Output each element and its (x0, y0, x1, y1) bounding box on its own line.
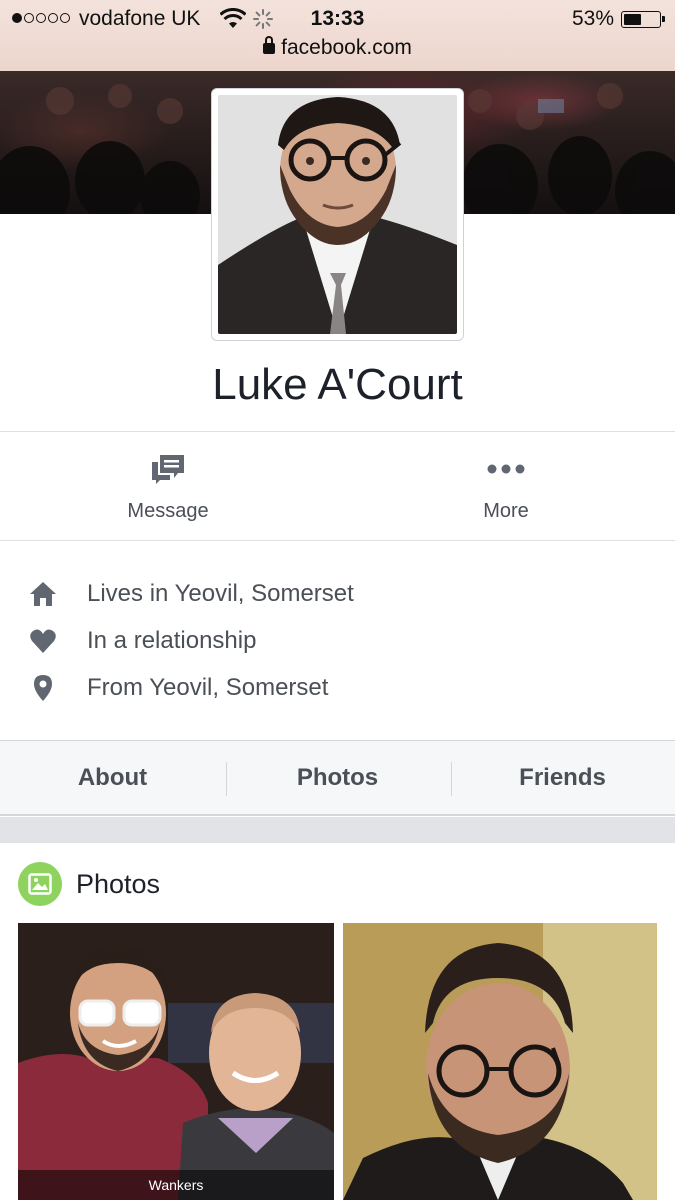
photos-section-header[interactable]: Photos (0, 843, 675, 923)
home-icon (30, 582, 56, 606)
battery-icon (621, 11, 665, 28)
divider (0, 540, 675, 541)
intro-lives-in: Lives in Yeovil, Somerset (0, 574, 675, 614)
divider (0, 431, 675, 432)
more-button[interactable]: More (406, 452, 606, 523)
photo-image (18, 923, 334, 1200)
tab-friends[interactable]: Friends (450, 741, 675, 815)
status-bar: vodafone UK 13:33 53% (0, 6, 675, 34)
intro-from: From Yeovil, Somerset (0, 668, 675, 708)
photos-section-title: Photos (76, 869, 161, 899)
heart-icon (30, 629, 56, 653)
more-dots-icon (487, 464, 525, 474)
photo-thumbnail[interactable]: Wankers (18, 923, 334, 1200)
profile-photo-image (218, 95, 457, 334)
lock-icon (263, 36, 276, 54)
tab-photos[interactable]: Photos (225, 741, 450, 815)
url-text: facebook.com (281, 36, 412, 59)
section-gap (0, 817, 675, 843)
message-label: Message (127, 500, 209, 522)
profile-picture[interactable] (211, 88, 464, 341)
profile-tabs: About Photos Friends (0, 740, 675, 816)
photo-image (343, 923, 657, 1200)
profile-name: Luke A'Court (212, 360, 463, 409)
intro-text: Lives in Yeovil, Somerset (87, 580, 354, 607)
location-pin-icon (34, 675, 52, 701)
intro-text: From Yeovil, Somerset (87, 674, 329, 701)
photo-thumbnail[interactable] (343, 923, 657, 1200)
message-icon (152, 455, 184, 484)
browser-top-bar: vodafone UK 13:33 53% facebook.com (0, 0, 675, 71)
more-label: More (483, 500, 529, 522)
intro-relationship: In a relationship (0, 621, 675, 661)
battery-percent: 53% (572, 7, 615, 30)
message-button[interactable]: Message (68, 452, 268, 523)
photo-caption: Wankers (18, 1170, 334, 1200)
tab-about[interactable]: About (0, 741, 225, 815)
address-bar[interactable]: facebook.com (0, 36, 675, 60)
intro-text: In a relationship (87, 627, 257, 654)
photos-icon (18, 862, 62, 906)
